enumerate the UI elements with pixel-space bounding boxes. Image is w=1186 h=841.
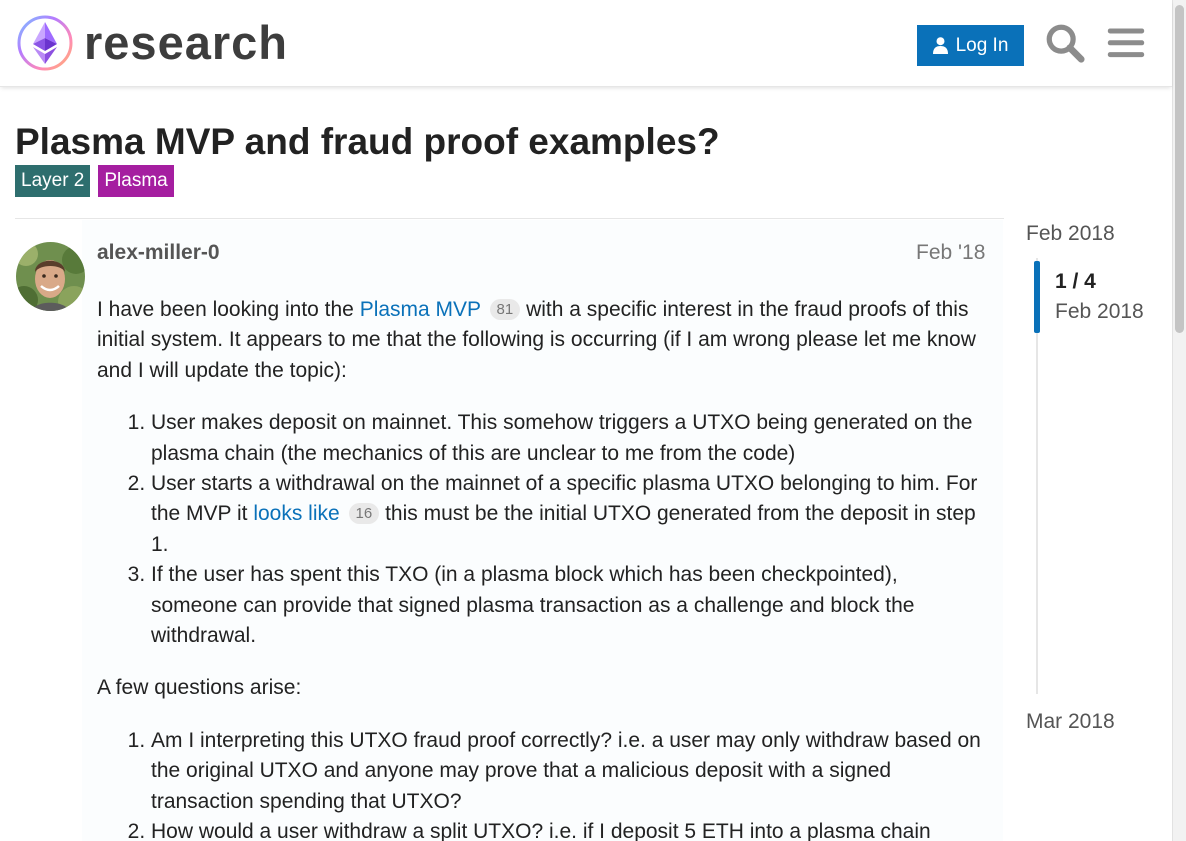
post-username[interactable]: alex-miller-0 [97,239,220,267]
ethereum-logo-icon[interactable] [16,14,74,72]
scrollbar-thumb[interactable] [1175,5,1184,333]
list-item: User makes deposit on mainnet. This some… [151,408,987,469]
timeline-progress: 1 / 4 [1055,270,1096,293]
page: research Log In Plasma MVP and fraud pro… [0,0,1186,841]
avatar[interactable] [16,242,85,311]
login-label: Log In [955,34,1009,56]
site-header: research Log In [0,0,1172,87]
link-click-count: 81 [489,299,521,320]
user-icon [932,37,948,54]
post-date[interactable]: Feb '18 [916,239,985,267]
list-item: How would a user withdraw a split UTXO? … [151,817,987,841]
tag-layer-2[interactable]: Layer 2 [15,165,91,197]
login-button[interactable]: Log In [917,25,1024,66]
post-paragraph-intro: I have been looking into the Plasma MVP … [97,295,987,386]
timeline-start-date[interactable]: Feb 2018 [1026,220,1115,248]
post-content: I have been looking into the Plasma MVP … [97,295,987,841]
list-item: User starts a withdrawal on the mainnet … [151,469,987,560]
looks-like-link[interactable]: looks like [253,502,339,525]
topic-tags: Layer 2 Plasma [15,165,174,197]
search-icon[interactable] [1043,20,1087,66]
timeline-progress-date: Feb 2018 [1055,300,1144,323]
topic-divider [15,218,1004,219]
link-click-count: 16 [348,503,380,525]
timeline-handle[interactable] [1034,261,1040,333]
questions-list: Am I interpreting this UTXO fraud proof … [97,726,987,841]
site-name[interactable]: research [84,14,288,72]
topic-title[interactable]: Plasma MVP and fraud proof examples? [15,120,720,164]
plasma-mvp-link[interactable]: Plasma MVP [360,298,481,321]
tag-plasma[interactable]: Plasma [98,165,174,197]
intro-text: I have been looking into the [97,298,360,321]
list-item: Am I interpreting this UTXO fraud proof … [151,726,987,817]
list-item: If the user has spent this TXO (in a pla… [151,560,987,651]
process-list: User makes deposit on mainnet. This some… [97,408,987,651]
hamburger-menu-icon[interactable] [1104,20,1148,66]
page-scrollbar[interactable] [1172,0,1186,841]
timeline-end-date[interactable]: Mar 2018 [1026,708,1115,736]
post-paragraph-questions: A few questions arise: [97,676,302,700]
